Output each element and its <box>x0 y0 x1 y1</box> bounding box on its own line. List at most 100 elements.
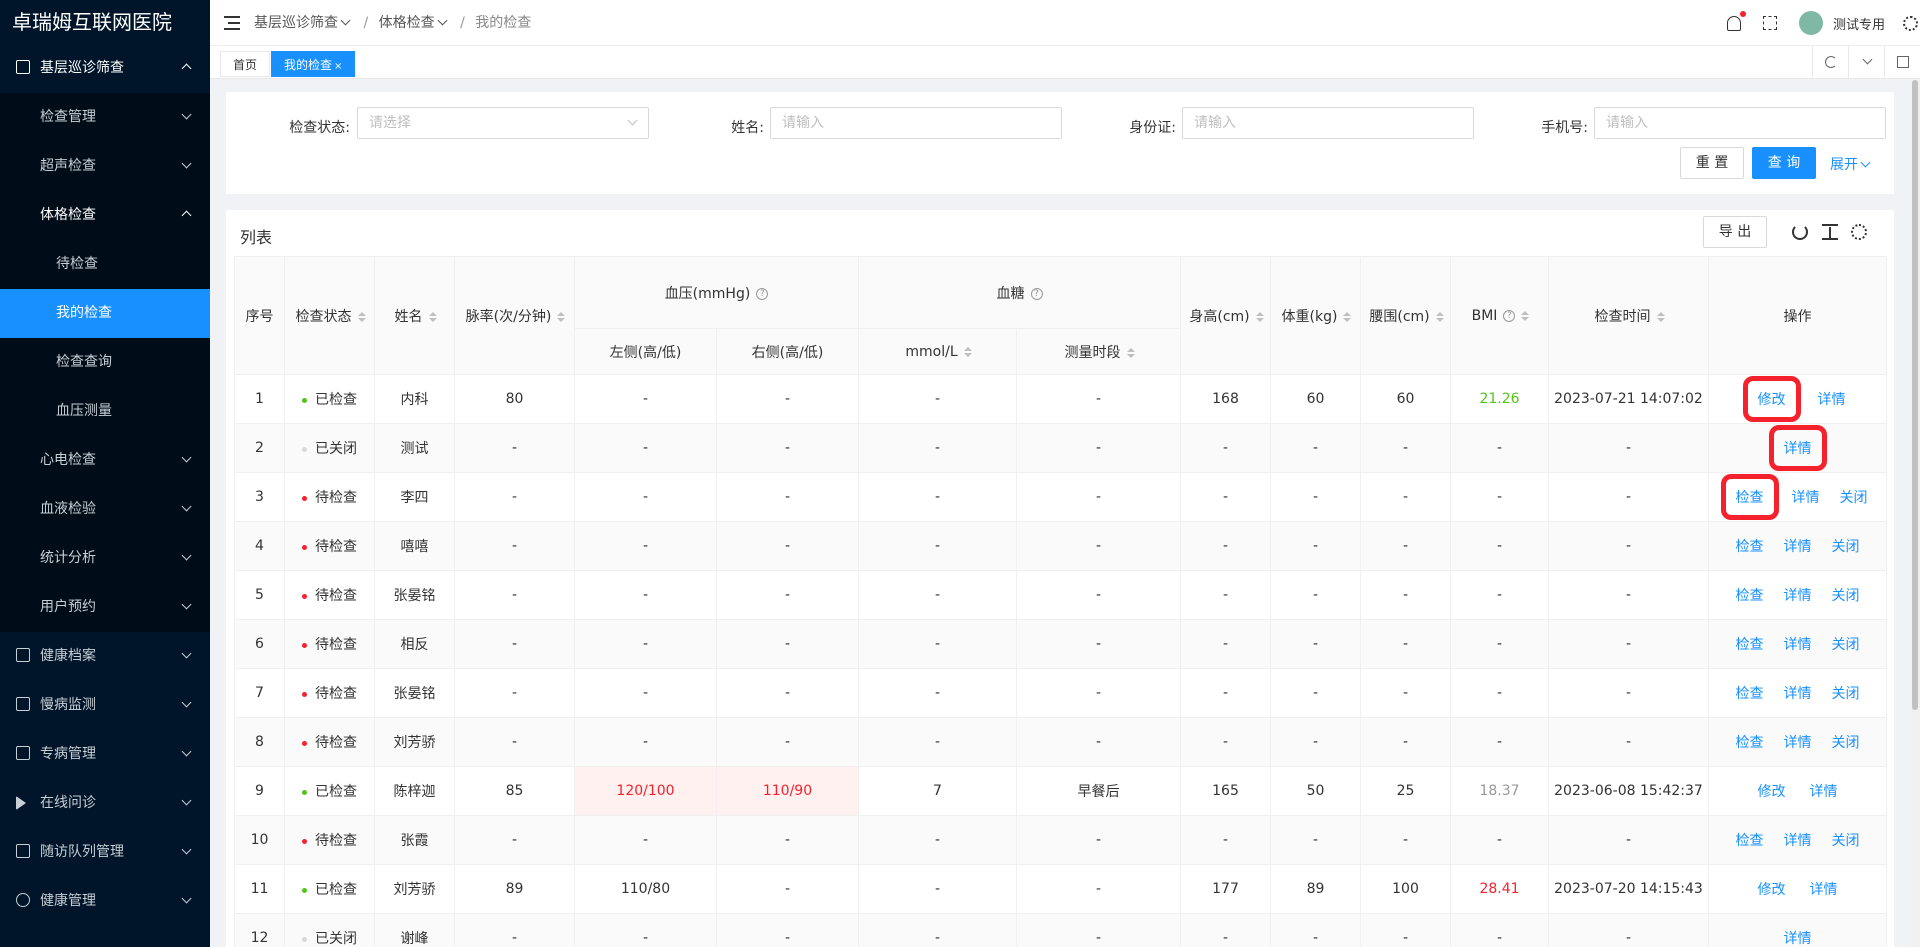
tab-menu-button[interactable] <box>1848 46 1884 79</box>
sidebar-item[interactable]: 待检查 <box>0 240 210 289</box>
header-glucose-unit[interactable]: mmol/L <box>858 328 1017 375</box>
header-time[interactable]: 检查时间 <box>1548 256 1709 375</box>
exam-link[interactable]: 检查 <box>1736 585 1764 605</box>
sidebar-item[interactable]: 基层巡诊筛查 <box>0 44 210 93</box>
close-icon[interactable]: × <box>334 61 342 72</box>
help-icon[interactable]: ? <box>1503 309 1516 322</box>
sidebar-item[interactable]: 慢病监测 <box>0 681 210 730</box>
detail-link[interactable]: 详情 <box>1784 634 1812 654</box>
sidebar-item[interactable]: 健康管理 <box>0 877 210 926</box>
sort-icon[interactable] <box>1521 311 1527 321</box>
breadcrumb-item-screening[interactable]: 基层巡诊筛查 <box>254 15 338 31</box>
phone-input[interactable]: 请输入 <box>1594 107 1886 139</box>
sort-icon[interactable] <box>1657 312 1663 322</box>
close-link[interactable]: 关闭 <box>1832 683 1860 703</box>
sidebar-item[interactable]: 血液检验 <box>0 485 210 534</box>
close-link[interactable]: 关闭 <box>1840 487 1868 507</box>
sort-icon[interactable] <box>1436 312 1442 322</box>
exam-link[interactable]: 检查 <box>1736 536 1764 556</box>
status-select[interactable]: 请选择 <box>357 107 649 139</box>
sort-icon[interactable] <box>1343 312 1349 322</box>
detail-link[interactable]: 详情 <box>1768 425 1827 471</box>
detail-link[interactable]: 详情 <box>1784 928 1812 947</box>
sort-icon[interactable] <box>358 312 364 322</box>
bell-icon[interactable] <box>1726 10 1746 31</box>
detail-link[interactable]: 详情 <box>1810 879 1838 899</box>
edit-link[interactable]: 修改 <box>1742 376 1801 422</box>
menu-fold-icon[interactable] <box>224 16 240 30</box>
close-link[interactable]: 关闭 <box>1832 830 1860 850</box>
sidebar-item[interactable]: 检查查询 <box>0 338 210 387</box>
sort-icon[interactable] <box>557 312 563 322</box>
header-bp-label: 血压(mmHg) <box>664 285 751 302</box>
sidebar-item[interactable]: 超声检查 <box>0 142 210 191</box>
reset-button[interactable]: 重 置 <box>1680 147 1744 179</box>
sidebar-item[interactable]: 统计分析 <box>0 534 210 583</box>
expand-button[interactable]: 展开 <box>1830 154 1869 174</box>
detail-link[interactable]: 详情 <box>1784 732 1812 752</box>
cell-waist: - <box>1360 423 1451 473</box>
header-waist-label: 腰围(cm) <box>1369 308 1430 325</box>
header-pulse[interactable]: 脉率(次/分钟) <box>454 256 575 375</box>
sidebar-item[interactable]: 检查管理 <box>0 93 210 142</box>
header-waist[interactable]: 腰围(cm) <box>1360 256 1451 375</box>
reload-icon[interactable] <box>1792 224 1808 240</box>
sidebar-item[interactable]: 我的检查 <box>0 289 210 338</box>
header-bmi[interactable]: BMI? <box>1450 256 1549 375</box>
detail-link[interactable]: 详情 <box>1784 683 1812 703</box>
detail-link[interactable]: 详情 <box>1818 389 1846 409</box>
detail-link[interactable]: 详情 <box>1810 781 1838 801</box>
gear-icon[interactable] <box>1903 15 1918 31</box>
header-height[interactable]: 身高(cm) <box>1180 256 1271 375</box>
sidebar-item[interactable]: 健康档案 <box>0 632 210 681</box>
sidebar-item[interactable]: 随访队列管理 <box>0 828 210 877</box>
density-icon[interactable] <box>1822 224 1838 240</box>
sidebar-item[interactable]: 用户预约 <box>0 583 210 632</box>
fullscreen-icon[interactable] <box>1762 16 1777 30</box>
query-button[interactable]: 查 询 <box>1752 147 1816 179</box>
tab-maximize-button[interactable] <box>1884 46 1920 79</box>
sort-icon[interactable] <box>1127 348 1133 358</box>
export-button[interactable]: 导 出 <box>1703 216 1767 248</box>
avatar[interactable] <box>1798 11 1823 35</box>
detail-link[interactable]: 详情 <box>1792 487 1820 507</box>
sidebar-item[interactable]: 在线问诊 <box>0 779 210 828</box>
exam-link[interactable]: 检查 <box>1736 683 1764 703</box>
edit-link[interactable]: 修改 <box>1758 879 1786 899</box>
breadcrumb-item-physical[interactable]: 体格检查 <box>379 15 435 31</box>
help-icon[interactable]: ? <box>756 287 769 300</box>
detail-link[interactable]: 详情 <box>1784 830 1812 850</box>
sort-icon[interactable] <box>429 312 435 322</box>
sort-icon[interactable] <box>964 347 970 357</box>
header-glucose-period[interactable]: 测量时段 <box>1016 328 1181 375</box>
exam-link[interactable]: 检查 <box>1736 732 1764 752</box>
header-name[interactable]: 姓名 <box>374 256 455 375</box>
detail-link[interactable]: 详情 <box>1784 536 1812 556</box>
sidebar-item[interactable]: 血压测量 <box>0 387 210 436</box>
sort-icon[interactable] <box>1256 312 1262 322</box>
name-input[interactable]: 请输入 <box>770 107 1062 139</box>
username[interactable]: 测试专用 <box>1833 14 1885 33</box>
sidebar-item[interactable]: 心电检查 <box>0 436 210 485</box>
detail-link[interactable]: 详情 <box>1784 585 1812 605</box>
header-weight[interactable]: 体重(kg) <box>1270 256 1361 375</box>
exam-link[interactable]: 检查 <box>1736 830 1764 850</box>
close-link[interactable]: 关闭 <box>1832 536 1860 556</box>
refresh-tab-button[interactable] <box>1812 46 1848 79</box>
exam-link[interactable]: 检查 <box>1736 634 1764 654</box>
tab-my-exam[interactable]: 我的检查 × <box>271 51 356 77</box>
column-setting-icon[interactable] <box>1851 224 1867 240</box>
close-link[interactable]: 关闭 <box>1832 732 1860 752</box>
sidebar-item[interactable]: 体格检查 <box>0 191 210 240</box>
scrollbar-thumb[interactable] <box>1912 80 1918 710</box>
exam-link[interactable]: 检查 <box>1720 474 1779 520</box>
sidebar-item[interactable]: 专病管理 <box>0 730 210 779</box>
help-icon[interactable]: ? <box>1030 287 1043 300</box>
tab-home[interactable]: 首页 <box>220 51 271 77</box>
header-status[interactable]: 检查状态 <box>284 256 375 375</box>
edit-link[interactable]: 修改 <box>1758 781 1786 801</box>
close-link[interactable]: 关闭 <box>1832 585 1860 605</box>
page-scrollbar[interactable] <box>1910 80 1920 947</box>
id-card-input[interactable]: 请输入 <box>1182 107 1474 139</box>
close-link[interactable]: 关闭 <box>1832 634 1860 654</box>
